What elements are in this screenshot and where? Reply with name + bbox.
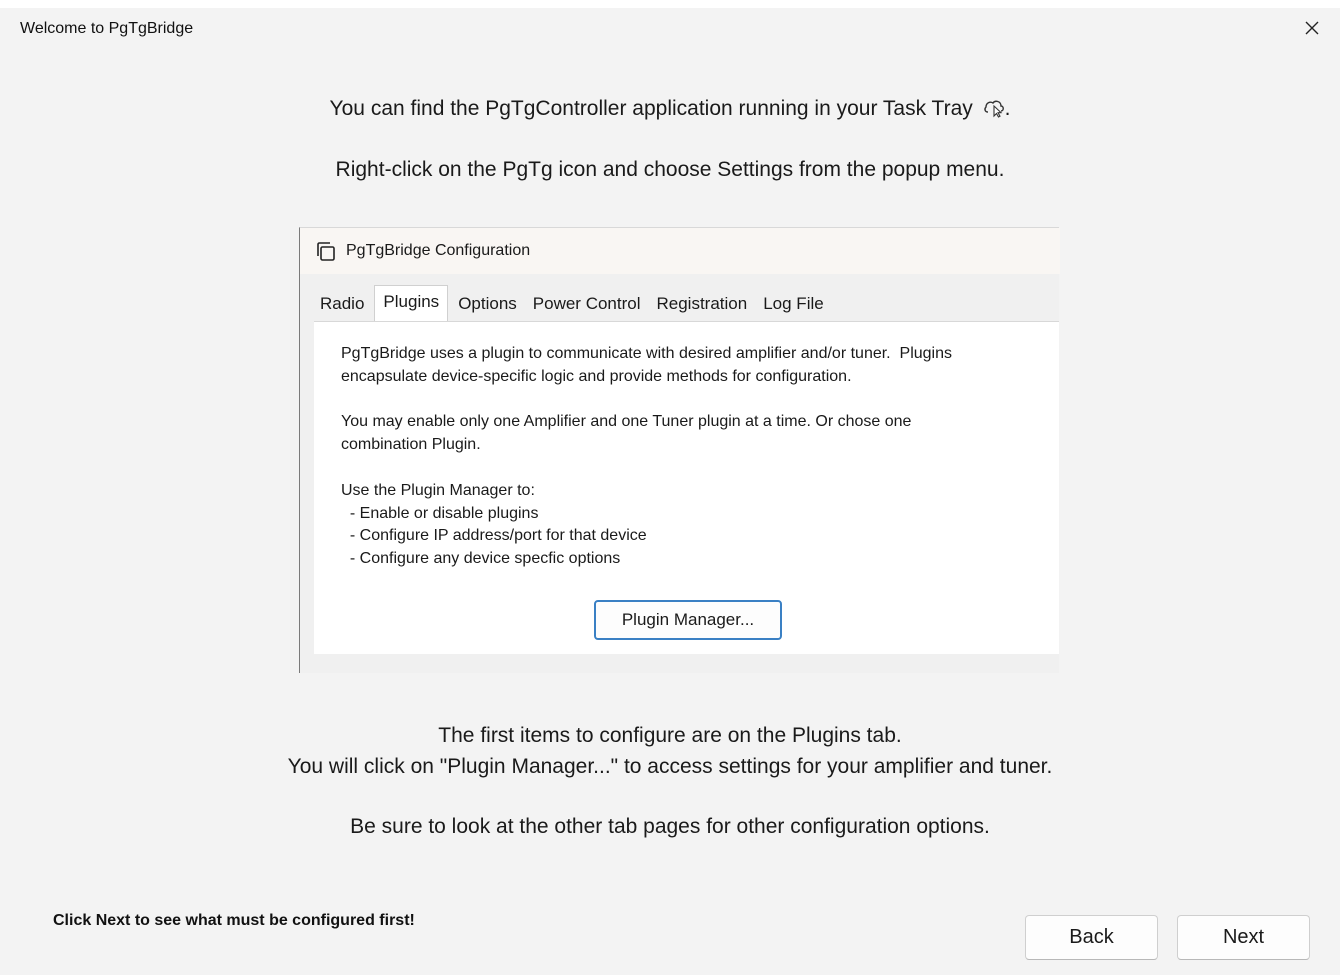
plugins-limit-paragraph: You may enable only one Amplifier and on…	[341, 413, 912, 453]
outro-line-other-tabs: Be sure to look at the other tab pages f…	[350, 815, 990, 838]
intro-text-1-suffix: .	[1004, 97, 1011, 120]
intro-line-settings: Right-click on the PgTg icon and choose …	[335, 158, 1005, 181]
app-window-icon	[314, 240, 336, 267]
title-bar-edge	[0, 0, 1340, 8]
config-dialog-screenshot: PgTgBridge Configuration Radio Plugins O…	[299, 227, 1060, 673]
plugin-manager-button[interactable]: Plugin Manager...	[594, 600, 782, 640]
tab-registration[interactable]: Registration	[651, 288, 754, 320]
plugins-tab-panel: PgTgBridge uses a plugin to communicate …	[314, 321, 1059, 654]
welcome-window: Welcome to PgTgBridge You can find the P…	[0, 0, 1340, 975]
intro-line-tray: You can find the PgTgController applicat…	[0, 97, 1340, 124]
title-bar: Welcome to PgTgBridge	[0, 0, 1340, 58]
plugin-manager-uses-list: Use the Plugin Manager to: - Enable or d…	[341, 482, 647, 567]
config-tab-strip: Radio Plugins Options Power Control Regi…	[314, 285, 834, 322]
outro-line-plugin-manager: You will click on "Plugin Manager..." to…	[287, 755, 1053, 778]
tab-plugins[interactable]: Plugins	[374, 285, 449, 322]
config-title-bar: PgTgBridge Configuration	[300, 228, 1060, 274]
outro-line-plugins-tab: The first items to configure are on the …	[438, 724, 902, 747]
tab-options[interactable]: Options	[452, 288, 523, 320]
tab-log-file[interactable]: Log File	[757, 288, 829, 320]
close-button[interactable]	[1294, 12, 1330, 44]
tab-power-control[interactable]: Power Control	[527, 288, 647, 320]
close-icon	[1305, 21, 1319, 35]
window-title: Welcome to PgTgBridge	[20, 20, 194, 37]
config-dialog-title: PgTgBridge Configuration	[346, 242, 531, 259]
cloud-pointer-icon	[983, 98, 1005, 124]
tab-radio[interactable]: Radio	[314, 288, 370, 320]
plugins-intro-paragraph: PgTgBridge uses a plugin to communicate …	[341, 345, 952, 385]
intro-text-1: You can find the PgTgController applicat…	[329, 97, 973, 120]
footer-note: Click Next to see what must be configure…	[53, 912, 415, 929]
back-button[interactable]: Back	[1025, 915, 1158, 960]
next-button[interactable]: Next	[1177, 915, 1310, 960]
